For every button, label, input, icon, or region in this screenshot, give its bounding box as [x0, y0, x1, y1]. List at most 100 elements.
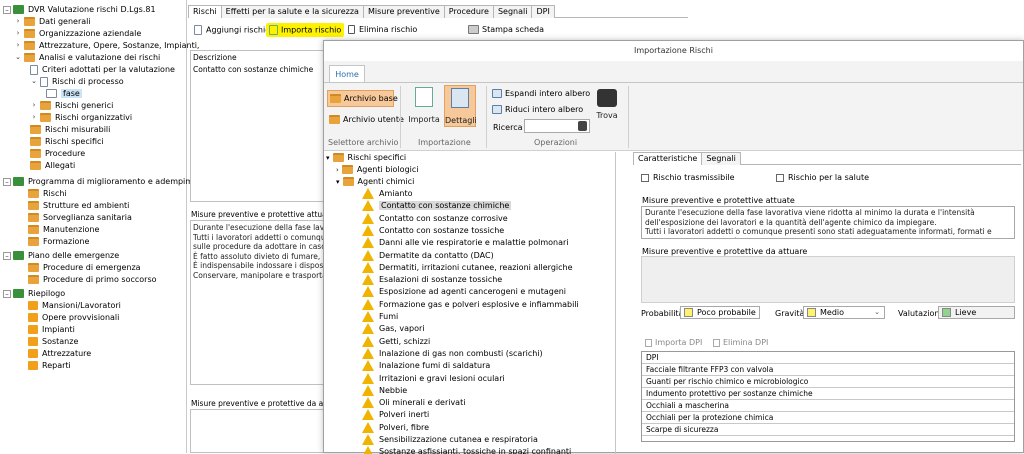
collapse-tree-button[interactable]: Riduci intero albero [492, 105, 583, 114]
tree-group[interactable]: – Programma di miglioramento e adempiment… [3, 176, 208, 188]
risk-item[interactable]: Dermatiti, irritazioni cutanee, reazioni… [362, 261, 573, 274]
tree-subitem[interactable]: Attrezzature [28, 348, 91, 360]
tree-item[interactable]: fase [46, 88, 82, 100]
tree-group[interactable]: – Piano delle emergenze [3, 250, 119, 262]
expand-icon[interactable]: › [14, 29, 22, 38]
measures-text[interactable]: Durante l'esecuzione della fase lavorati… [190, 220, 330, 385]
importa-button[interactable]: Importa [408, 87, 440, 124]
risk-item[interactable]: Amianto [362, 188, 413, 200]
collapse-icon[interactable]: – [3, 177, 11, 186]
risk-item[interactable]: Formazione gas e polveri esplosive e inf… [362, 298, 579, 311]
dpi-row[interactable]: Guanti per rischio chimico e microbiolog… [642, 376, 1014, 388]
trova-button[interactable]: Trova [592, 89, 622, 120]
ribbon-tab-home[interactable]: Home [329, 65, 365, 82]
tree-subitem[interactable]: Opere provvisionali [28, 312, 119, 324]
risk-item[interactable]: Dermatite da contatto (DAC) [362, 249, 494, 262]
dpi-row[interactable]: Scarpe di sicurezza [642, 424, 1014, 436]
tree-item[interactable]: › Rischi organizzativi [30, 112, 132, 124]
tree-subitem[interactable]: Rischi [28, 188, 67, 200]
dpi-row[interactable]: Occhiali per la protezione chimica [642, 412, 1014, 424]
risk-item[interactable]: Polveri inerti [362, 409, 429, 421]
tree-root[interactable]: – DVR Valutazione rischi D.Lgs.81 [3, 4, 156, 16]
import-dpi-button[interactable]: Importa DPI [645, 338, 702, 347]
risk-tree-chim[interactable]: ▾ Agenti chimici [336, 176, 414, 188]
probabilita-select[interactable]: Poco probabile ⌄ [680, 306, 760, 319]
risk-item[interactable]: Inalazione di gas non combusti (scarichi… [362, 347, 543, 360]
tree-item[interactable]: › Dati generali [14, 16, 91, 28]
risk-item[interactable]: Fumi [362, 311, 398, 323]
risk-item[interactable]: Contatto con sostanze corrosive [362, 212, 508, 225]
risk-item[interactable]: Contatto con sostanze tossiche [362, 224, 504, 237]
tree-item[interactable]: Allegati [30, 160, 75, 172]
risk-item[interactable]: Gas, vapori [362, 323, 424, 335]
risk-item[interactable]: Irritazioni e gravi lesioni oculari [362, 372, 505, 385]
collapse-icon[interactable]: – [3, 289, 11, 298]
risk-item[interactable]: Esalazioni di sostanze tossiche [362, 274, 502, 286]
risk-item[interactable]: Danni alle vie respiratorie e malattie p… [362, 237, 569, 249]
expand-icon[interactable]: › [30, 101, 38, 110]
expand-icon[interactable]: › [14, 41, 22, 50]
print-sheet-button[interactable]: Stampa scheda [468, 25, 544, 34]
details-measures-text[interactable]: Durante l'esecuzione della fase lavorati… [641, 206, 1015, 239]
tree-subitem[interactable]: Sorveglianza sanitaria [28, 212, 132, 224]
tree-subitem[interactable]: Mansioni/Lavoratori [28, 300, 121, 312]
tab-caratteristiche[interactable]: Caratteristiche [633, 152, 703, 165]
expand-tree-button[interactable]: Espandi intero albero [492, 89, 590, 98]
tree-subitem[interactable]: Manutenzione [28, 224, 99, 236]
risk-item[interactable]: Contatto con sostanze chimiche [362, 200, 512, 212]
collapse-icon[interactable]: ⌄ [14, 53, 22, 62]
add-risk-button[interactable]: Aggiungi rischio [194, 25, 270, 35]
description-value[interactable]: Contatto con sostanze chimiche [191, 65, 329, 75]
tree-group[interactable]: – Riepilogo [3, 288, 65, 300]
tree-item[interactable]: › Attrezzature, Opere, Sostanze, Impianti… [14, 40, 199, 52]
dettagli-button[interactable]: Dettagli [444, 85, 477, 127]
collapse-icon[interactable]: ⌄ [30, 77, 38, 86]
tree-item[interactable]: ⌄ Analisi e valutazione dei rischi [14, 52, 160, 64]
import-risk-button[interactable]: Importa rischio [266, 23, 345, 37]
risk-item[interactable]: Inalazione fumi di saldatura [362, 360, 490, 372]
risk-tree-root[interactable]: ▾ Rischi specifici [326, 152, 406, 164]
archivio-base-button[interactable]: Archivio base [327, 90, 398, 107]
dpi-row[interactable]: Facciale filtrante FFP3 con valvola [642, 364, 1014, 376]
tab-rischi[interactable]: Rischi [188, 5, 222, 18]
archivio-utente-button[interactable]: Archivio utente [327, 115, 404, 124]
tree-item[interactable]: ⌄ Rischi di processo [30, 76, 124, 88]
tab-segnali-details[interactable]: Segnali [701, 152, 741, 165]
risk-item[interactable]: Oli minerali e derivati [362, 397, 465, 409]
delete-dpi-button[interactable]: Elimina DPI [713, 338, 768, 347]
tree-item[interactable]: › Organizzazione aziendale [14, 28, 141, 40]
risk-item[interactable]: Nebbie [362, 384, 407, 397]
tree-item[interactable]: Procedure [30, 148, 85, 160]
checkbox-salute[interactable]: Rischio per la salute [776, 173, 869, 182]
tree-item[interactable]: Rischi specifici [30, 136, 104, 148]
delete-risk-button[interactable]: Elimina rischio [348, 25, 417, 34]
tab-misure[interactable]: Misure preventive [362, 5, 445, 18]
tree-subitem[interactable]: Sostanze [28, 336, 78, 348]
expand-icon[interactable]: › [30, 113, 38, 122]
tab-effetti[interactable]: Effetti per la salute e la sicurezza [220, 5, 364, 18]
tree-subitem[interactable]: Procedure di emergenza [28, 262, 141, 274]
expand-icon[interactable]: › [14, 17, 22, 26]
tree-subitem[interactable]: Formazione [28, 236, 89, 248]
risk-item[interactable]: Polveri, fibre [362, 421, 429, 434]
tree-item[interactable]: › Rischi generici [30, 100, 113, 112]
risk-item[interactable]: Getti, schizzi [362, 335, 430, 348]
dpi-row[interactable]: DPI [642, 352, 1014, 364]
collapse-icon[interactable]: – [3, 251, 11, 260]
checkbox-trasmissibile[interactable]: Rischio trasmissibile [641, 173, 735, 182]
tree-item[interactable]: Criteri adottati per la valutazione [30, 64, 175, 76]
risk-tree-bio[interactable]: › Agenti biologici [336, 164, 419, 176]
tab-dpi[interactable]: DPI [531, 5, 555, 18]
tree-item[interactable]: Rischi misurabili [30, 124, 110, 136]
tab-procedure[interactable]: Procedure [443, 5, 494, 18]
dpi-row[interactable]: Occhiali a mascherina [642, 400, 1014, 412]
risk-item[interactable]: Esposizione ad agenti cancerogeni e muta… [362, 286, 566, 298]
dpi-row[interactable]: Indumento protettivo per sostanze chimic… [642, 388, 1014, 400]
details-measures-todo-box[interactable] [641, 256, 1015, 303]
gravita-select[interactable]: Medio ⌄ [803, 306, 885, 319]
tab-segnali[interactable]: Segnali [492, 5, 533, 18]
tree-subitem[interactable]: Impianti [28, 324, 75, 336]
tree-subitem[interactable]: Procedure di primo soccorso [28, 274, 157, 286]
measures-todo-box[interactable] [190, 409, 330, 453]
tree-subitem[interactable]: Strutture ed ambienti [28, 200, 129, 212]
